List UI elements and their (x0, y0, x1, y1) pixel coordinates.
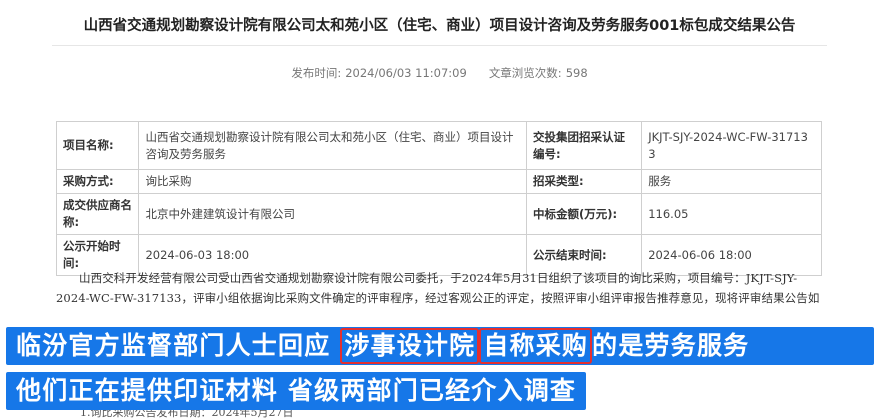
table-row: 成交供应商名称: 北京中外建建筑设计有限公司 中标金额(万元): 116.05 (55, 193, 822, 235)
procurement-method-label: 采购方式: (55, 169, 140, 194)
procurement-method-value: 询比采购 (138, 169, 528, 194)
bid-amount-label: 中标金额(万元): (526, 193, 643, 235)
bid-amount-value: 116.05 (641, 193, 822, 235)
title-divider (52, 45, 827, 46)
publish-time-label: 发布时间: (291, 66, 342, 80)
publish-time: 2024/06/03 11:07:09 (345, 66, 467, 80)
views-label: 文章浏览次数: (488, 66, 562, 80)
procurement-type-value: 服务 (641, 169, 822, 194)
cert-number-label: 交投集团招采认证编号: (526, 121, 643, 170)
project-name-label: 项目名称: (55, 121, 140, 170)
table-row: 采购方式: 询比采购 招采类型: 服务 (55, 169, 822, 194)
caption-1-suffix: 的是劳务服务 (592, 331, 750, 360)
table-row: 项目名称: 山西省交通规划勘察设计院有限公司太和苑小区（住宅、商业）项目设计咨询… (55, 121, 822, 170)
project-info-table: 项目名称: 山西省交通规划勘察设计院有限公司太和苑小区（住宅、商业）项目设计咨询… (55, 121, 822, 276)
caption-1-prefix: 临汾官方监督部门人士回应 (16, 331, 331, 360)
views-count: 598 (565, 66, 588, 80)
caption-highlight-self-claimed: 自称采购 (479, 328, 593, 364)
cert-number-value: JKJT-SJY-2024-WC-FW-317133 (641, 121, 822, 170)
news-caption-line-1: 临汾官方监督部门人士回应 涉事设计院 自称采购 的是劳务服务 (6, 327, 874, 365)
news-caption-line-2: 他们正在提供印证材料 省级两部门已经介入调查 (6, 372, 587, 410)
caption-highlight-design-institute: 涉事设计院 (340, 328, 480, 364)
project-name-value: 山西省交通规划勘察设计院有限公司太和苑小区（住宅、商业）项目设计咨询及劳务服务 (138, 121, 528, 170)
supplier-label: 成交供应商名称: (55, 193, 140, 235)
page-title: 山西省交通规划勘察设计院有限公司太和苑小区（住宅、商业）项目设计咨询及劳务服务0… (83, 18, 796, 34)
supplier-value: 北京中外建建筑设计有限公司 (138, 193, 528, 235)
procurement-type-label: 招采类型: (526, 169, 643, 194)
article-meta: 发布时间: 2024/06/03 11:07:09 文章浏览次数: 598 (0, 65, 879, 81)
announcement-body: 山西交科开发经营有限公司受山西省交通规划勘察设计院有限公司委托，于2024年5月… (56, 271, 820, 305)
